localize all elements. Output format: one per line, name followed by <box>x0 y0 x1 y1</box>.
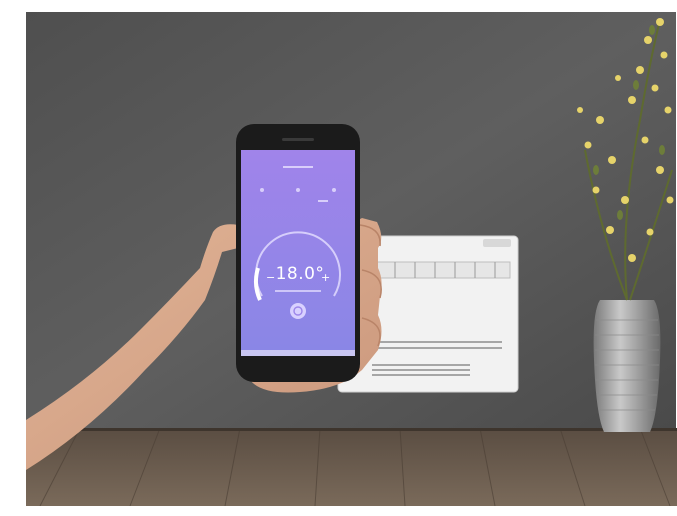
scene-photo: − + <box>0 0 677 516</box>
smartphone: − + <box>236 124 360 382</box>
phone-screen <box>241 150 355 350</box>
power-icon <box>290 303 306 319</box>
wooden-floor <box>26 428 677 506</box>
temperature-display: 18.0° <box>275 264 325 284</box>
